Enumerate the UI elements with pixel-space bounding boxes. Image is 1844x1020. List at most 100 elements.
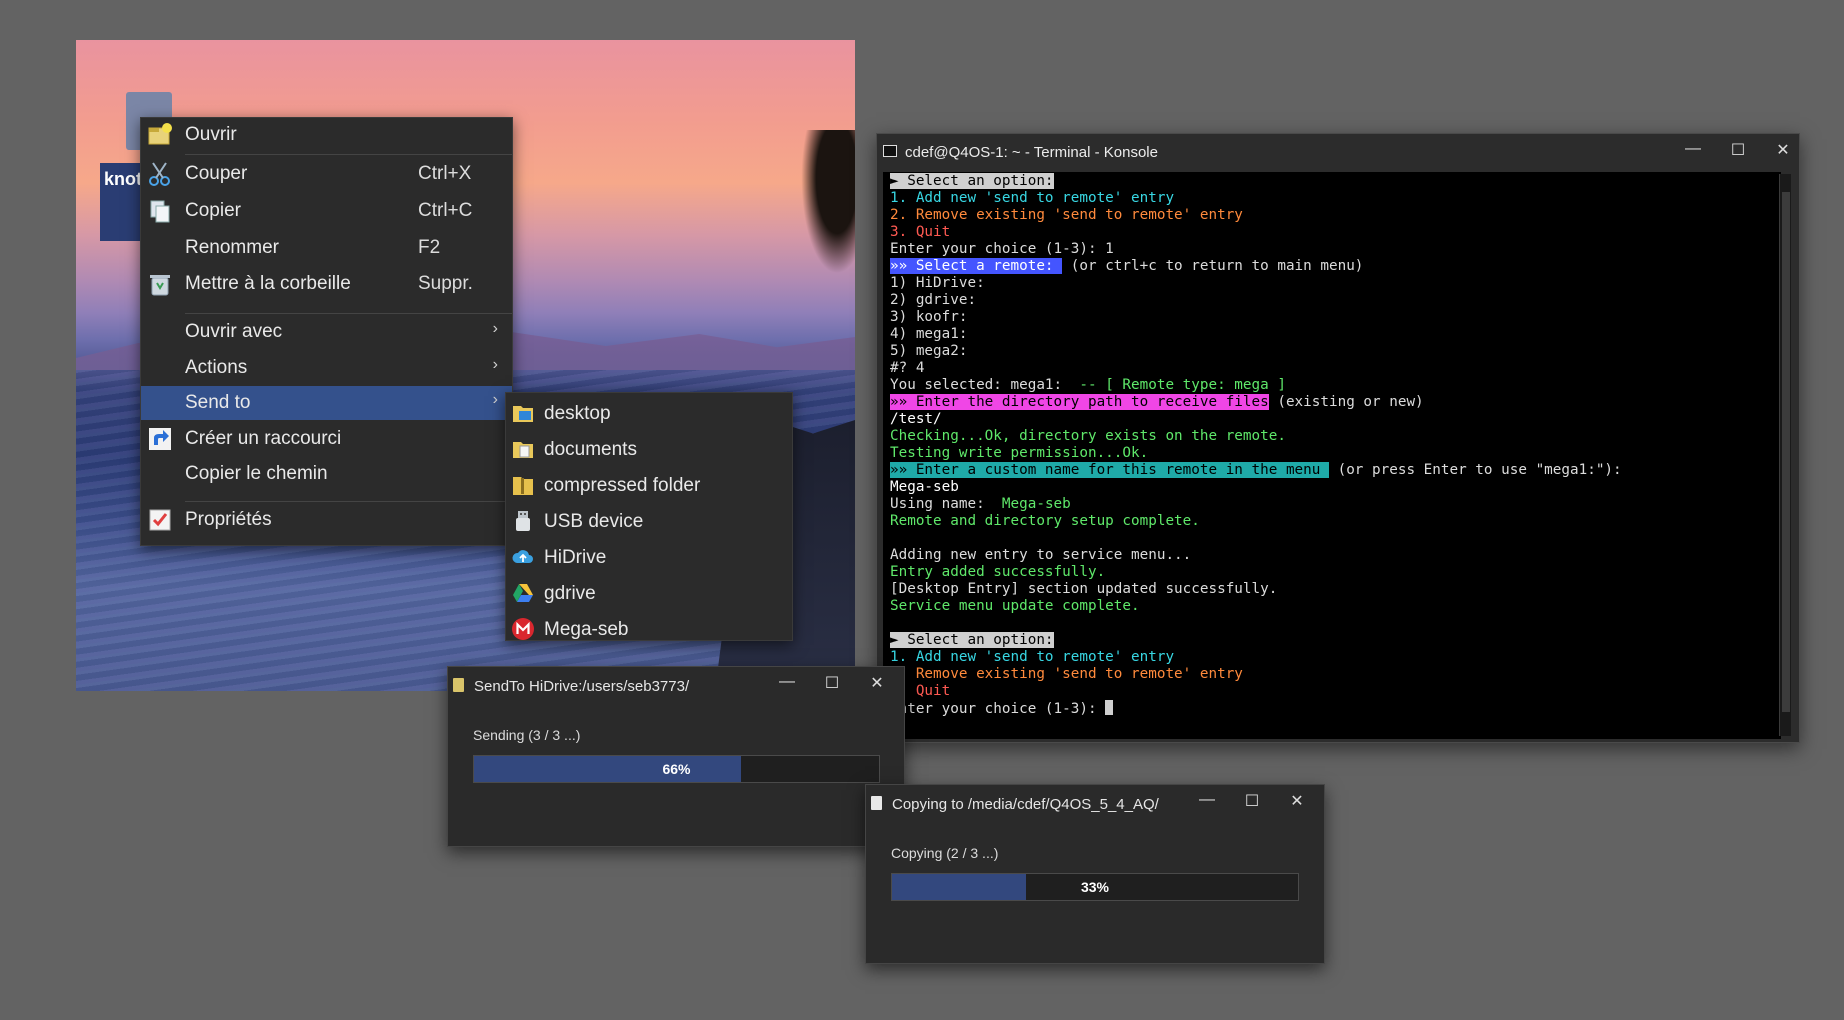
send-to-mega-seb[interactable]: Mega-seb	[506, 612, 792, 646]
terminal-text: Enter your choice (1-3):	[890, 701, 1106, 717]
terminal-line: You selected: mega1: -- [ Remote type: m…	[890, 377, 1781, 394]
terminal-window: cdef@Q4OS-1: ~ - Terminal - Konsole — ☐ …	[876, 133, 1800, 743]
terminal-line: Enter your choice (1-3):	[890, 700, 1781, 717]
minimize-button[interactable]: —	[1678, 140, 1708, 162]
terminal-line: 2. Remove existing 'send to remote' entr…	[890, 666, 1781, 683]
folder-desktop-icon	[513, 406, 533, 422]
terminal-line: 1) HiDrive:	[890, 275, 1781, 292]
terminal-text: Mega-seb	[890, 479, 959, 495]
send-to-usb-device[interactable]: USB device	[506, 504, 792, 538]
minimize-button[interactable]: —	[772, 673, 802, 695]
chevron-right-icon: ›	[492, 356, 498, 373]
properties-icon	[149, 509, 171, 531]
terminal-output[interactable]: ► Select an option: 1. Add new 'send to r…	[883, 172, 1781, 739]
menu-item-send-to[interactable]: Send to ›	[141, 386, 512, 420]
send-to-desktop[interactable]: desktop	[506, 396, 792, 430]
terminal-line: ► Select an option:	[890, 173, 1781, 190]
menu-item-cut[interactable]: Couper Ctrl+X	[141, 157, 512, 191]
menu-separator	[185, 313, 512, 314]
copy-progress-dialog: Copying to /media/cdef/Q4OS_5_4_AQ/ — ☐ …	[865, 784, 1325, 964]
context-menu: Ouvrir Couper Ctrl+X Copier Ctrl+C Renom…	[140, 117, 513, 546]
minimize-button[interactable]: —	[1192, 791, 1222, 813]
file-icon	[453, 678, 464, 692]
chevron-right-icon: ›	[492, 320, 498, 337]
terminal-line: Using name: Mega-seb	[890, 496, 1781, 513]
terminal-line: ► Select an option:	[890, 632, 1781, 649]
send-to-documents[interactable]: documents	[506, 432, 792, 466]
terminal-line: [Desktop Entry] section updated successf…	[890, 581, 1781, 598]
usb-icon	[516, 511, 530, 531]
terminal-text: 2. Remove existing 'send to remote' entr…	[890, 666, 1243, 682]
menu-separator	[185, 154, 512, 155]
terminal-titlebar[interactable]: cdef@Q4OS-1: ~ - Terminal - Konsole — ☐ …	[877, 134, 1799, 170]
open-icon	[148, 123, 172, 145]
terminal-text: »» Enter a custom name for this remote i…	[890, 462, 1329, 478]
close-button[interactable]: ✕	[862, 673, 892, 695]
terminal-text: Mega-seb	[1001, 496, 1071, 512]
dialog-titlebar[interactable]: Copying to /media/cdef/Q4OS_5_4_AQ/ — ☐ …	[866, 785, 1324, 823]
terminal-line: Adding new entry to service menu...	[890, 547, 1781, 564]
menu-item-properties[interactable]: Propriétés	[141, 503, 512, 537]
maximize-button[interactable]: ☐	[1723, 140, 1753, 162]
maximize-button[interactable]: ☐	[817, 673, 847, 695]
terminal-cursor	[1105, 700, 1114, 715]
terminal-line: »» Enter the directory path to receive f…	[890, 394, 1781, 411]
terminal-text: 2) gdrive:	[890, 292, 977, 308]
shortcut-icon	[149, 428, 171, 450]
terminal-text: -- [ Remote type: mega ]	[1079, 377, 1286, 393]
send-to-hidrive[interactable]: HiDrive	[506, 540, 792, 574]
tree-silhouette	[795, 130, 855, 290]
terminal-line: 1. Add new 'send to remote' entry	[890, 649, 1781, 666]
send-to-gdrive[interactable]: gdrive	[506, 576, 792, 610]
close-button[interactable]: ✕	[1768, 140, 1798, 162]
terminal-app-icon	[883, 145, 897, 157]
terminal-text: »» Select a remote:	[890, 258, 1063, 274]
mega-icon	[512, 618, 534, 640]
scissors-icon	[149, 162, 170, 186]
terminal-text: Testing write permission...Ok.	[890, 445, 1149, 461]
terminal-line: 4) mega1:	[890, 326, 1781, 343]
folder-documents-icon	[513, 442, 533, 458]
menu-item-copy-path[interactable]: Copier le chemin	[141, 457, 512, 491]
copy-icon	[150, 200, 170, 223]
terminal-text: (existing or new)	[1268, 394, 1424, 410]
dialog-title: SendTo HiDrive:/users/seb3773/	[474, 678, 690, 695]
close-button[interactable]: ✕	[1282, 791, 1312, 813]
terminal-text: 1) HiDrive:	[890, 275, 985, 291]
terminal-text: 1. Add new 'send to remote' entry	[890, 649, 1175, 665]
send-to-submenu: desktop documents compressed folder USB …	[505, 392, 793, 641]
menu-item-open-with[interactable]: Ouvrir avec ›	[141, 315, 512, 349]
menu-item-trash[interactable]: Mettre à la corbeille Suppr.	[141, 267, 512, 301]
terminal-text: Using name:	[890, 496, 1002, 512]
terminal-text: Checking...Ok, directory exists on the r…	[890, 428, 1286, 444]
scrollbar-thumb[interactable]	[1782, 192, 1790, 712]
menu-item-create-shortcut[interactable]: Créer un raccourci	[141, 422, 512, 456]
menu-item-copy[interactable]: Copier Ctrl+C	[141, 194, 512, 228]
send-to-compressed-folder[interactable]: compressed folder	[506, 468, 792, 502]
terminal-line: Remote and directory setup complete.	[890, 513, 1781, 530]
terminal-title: cdef@Q4OS-1: ~ - Terminal - Konsole	[905, 144, 1158, 161]
terminal-line: »» Enter a custom name for this remote i…	[890, 462, 1781, 479]
dialog-titlebar[interactable]: SendTo HiDrive:/users/seb3773/ — ☐ ✕	[448, 667, 904, 705]
zip-folder-icon	[513, 477, 533, 495]
terminal-text: 3. Quit	[890, 224, 951, 240]
terminal-line: 2. Remove existing 'send to remote' entr…	[890, 207, 1781, 224]
terminal-text: ► Select an option:	[890, 173, 1054, 189]
terminal-line: 3. Quit	[890, 683, 1781, 700]
terminal-line: Entry added successfully.	[890, 564, 1781, 581]
hidrive-icon	[512, 550, 533, 563]
file-icon	[871, 796, 882, 810]
menu-item-open[interactable]: Ouvrir	[141, 118, 512, 152]
terminal-scrollbar[interactable]	[1779, 174, 1791, 736]
menu-item-rename[interactable]: Renommer F2	[141, 231, 512, 265]
chevron-right-icon: ›	[492, 391, 498, 408]
terminal-text: Adding new entry to service menu...	[890, 547, 1192, 563]
menu-item-actions[interactable]: Actions ›	[141, 351, 512, 385]
terminal-text: Service menu update complete.	[890, 598, 1140, 614]
trash-icon	[150, 275, 170, 296]
maximize-button[interactable]: ☐	[1237, 791, 1267, 813]
terminal-text: (or press Enter to use "mega1:"):	[1328, 462, 1622, 478]
terminal-line: Checking...Ok, directory exists on the r…	[890, 428, 1781, 445]
